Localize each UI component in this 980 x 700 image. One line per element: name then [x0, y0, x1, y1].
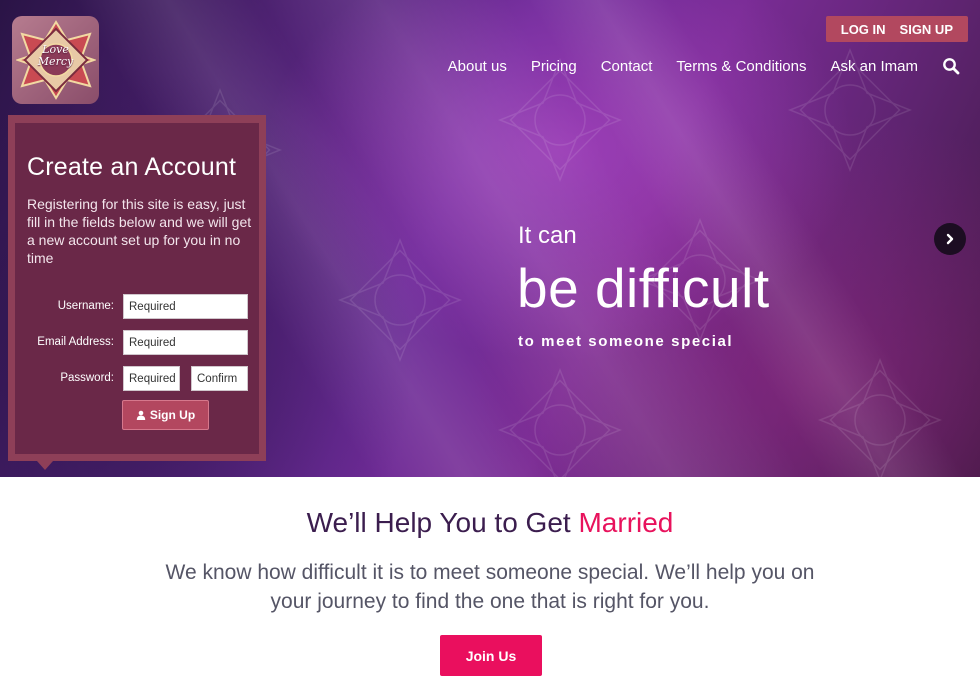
login-link[interactable]: LOG IN — [834, 22, 893, 37]
chevron-right-icon — [946, 233, 954, 245]
section-title-main: We’ll Help You to Get — [306, 507, 571, 538]
nav-item-ask-imam[interactable]: Ask an Imam — [830, 58, 918, 75]
panel-title: Create an Account — [27, 153, 237, 181]
join-us-button[interactable]: Join Us — [440, 635, 542, 676]
nav-item-pricing[interactable]: Pricing — [531, 58, 577, 75]
section-text: We know how difficult it is to meet some… — [165, 561, 815, 613]
hero-subline: to meet someone special — [518, 333, 734, 350]
hero-line1: It can — [518, 222, 577, 249]
username-field[interactable]: Required — [123, 294, 248, 319]
signup-panel: Create an Account Registering for this s… — [8, 115, 266, 470]
signup-button[interactable]: Sign Up — [122, 400, 209, 430]
site-logo[interactable]: Love Mercy — [12, 16, 99, 104]
search-icon[interactable] — [942, 57, 960, 75]
signup-link[interactable]: SIGN UP — [893, 22, 960, 37]
panel-description: Registering for this site is easy, just … — [27, 196, 252, 266]
main-nav: About us Pricing Contact Terms & Conditi… — [424, 57, 960, 75]
logo-line2: Mercy — [37, 55, 74, 68]
hero-headline: be difficult — [517, 257, 770, 319]
password-field[interactable]: Required — [123, 366, 180, 391]
nav-item-about[interactable]: About us — [448, 58, 507, 75]
slider-next-button[interactable] — [934, 223, 966, 255]
auth-bar: LOG IN SIGN UP — [825, 16, 968, 42]
section-title-accent: Married — [578, 507, 674, 538]
hero-banner: Love Mercy LOG IN SIGN UP About us Prici… — [0, 0, 980, 477]
password-label: Password: — [60, 372, 114, 384]
signup-button-label: Sign Up — [149, 408, 196, 422]
nav-item-terms[interactable]: Terms & Conditions — [676, 58, 806, 75]
email-label: Email Address: — [37, 336, 114, 348]
nav-item-contact[interactable]: Contact — [601, 58, 653, 75]
logo-text: Love Mercy — [12, 44, 99, 68]
username-label: Username: — [57, 300, 114, 312]
email-field[interactable]: Required — [123, 330, 248, 355]
confirm-password-field[interactable]: Confirm — [191, 366, 248, 391]
user-icon — [136, 410, 146, 420]
section-title: We’ll Help You to Get Married — [0, 507, 980, 539]
